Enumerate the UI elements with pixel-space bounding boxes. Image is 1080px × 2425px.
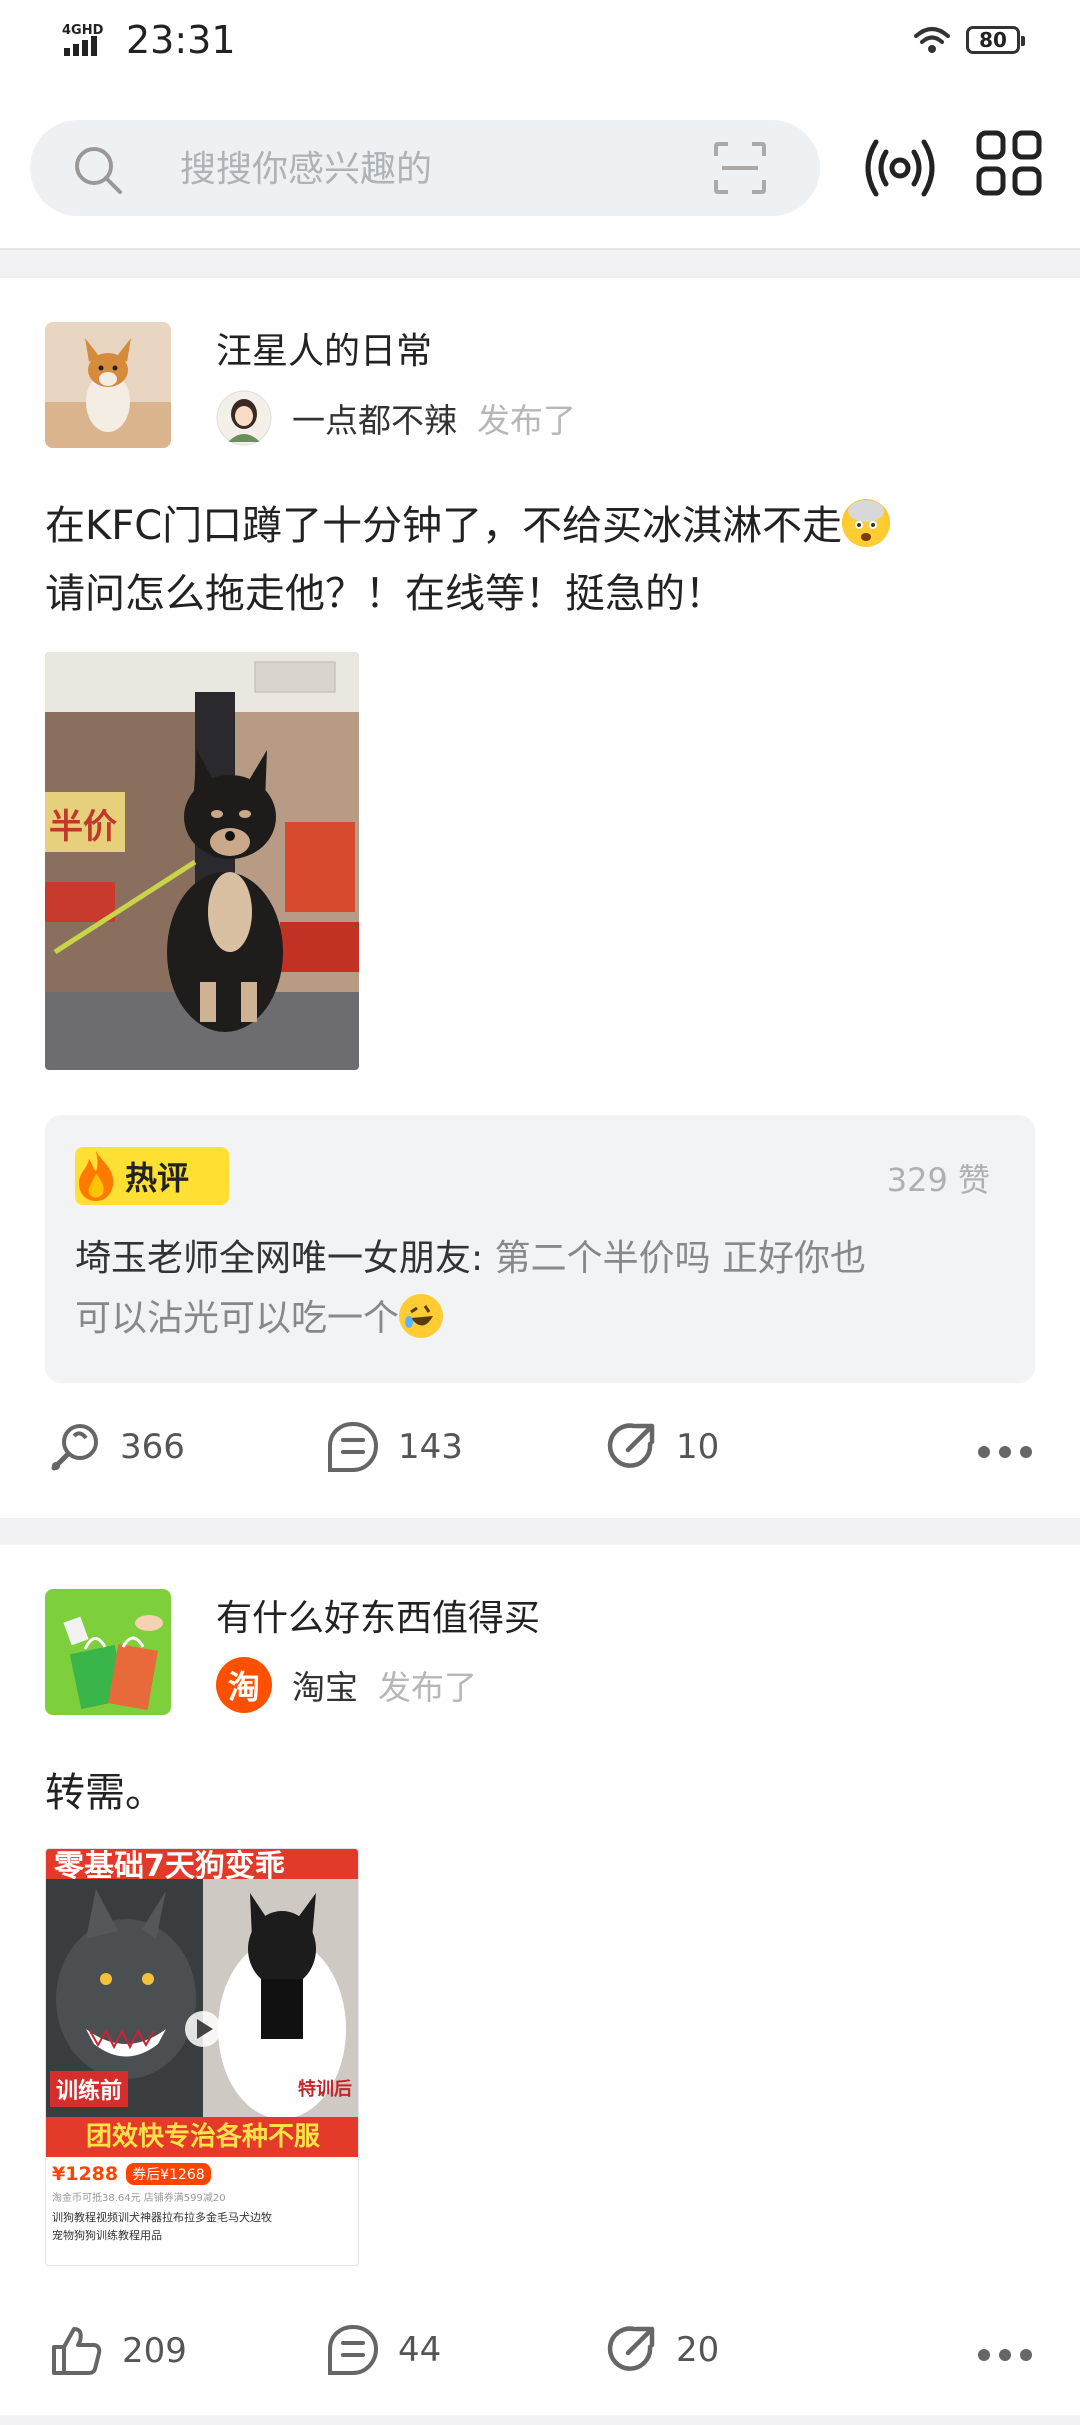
like-action[interactable]: 209 [48, 2323, 187, 2379]
more-options-icon[interactable] [978, 2349, 1032, 2361]
comment-count: 143 [398, 1427, 463, 1467]
share-count: 10 [676, 1427, 720, 1467]
channel-avatar[interactable] [45, 322, 171, 448]
author-row[interactable]: 淘 淘宝 发布了 [216, 1657, 477, 1713]
like-action[interactable]: 366 [48, 1420, 185, 1474]
channel-title[interactable]: 有什么好东西值得买 [216, 1589, 540, 1641]
author-name[interactable]: 淘宝 [292, 1661, 358, 1709]
lollipop-like-icon [51, 1424, 98, 1471]
published-label: 发布了 [378, 1668, 477, 1707]
wifi-icon [914, 27, 950, 53]
author-avatar[interactable] [216, 390, 272, 446]
hot-comment-content: 可以沾光可以吃一个 [75, 1298, 400, 1339]
like-count: 209 [122, 2331, 187, 2371]
author-row[interactable]: 一点都不辣 发布了 [216, 390, 576, 446]
taobao-logo-char: 淘 [227, 1668, 260, 1706]
hot-comment-label: 热评 [125, 1159, 190, 1197]
feed-card: 有什么好东西值得买 淘 淘宝 发布了 转需。 零基础7天狗变乖 训练前 特训后 … [0, 1545, 1080, 2415]
post-text[interactable]: 转需。 [45, 1759, 1025, 1827]
share-count: 20 [676, 2330, 720, 2370]
post-text[interactable]: 在KFC门口蹲了十分钟了，不给买冰淇淋不走 请问怎么拖走他？！在线等！挺急的！ [45, 492, 1025, 628]
hot-comment-content: 第二个半价吗 正好你也 [494, 1238, 867, 1279]
coupon-price: 券后¥1268 [126, 2163, 211, 2185]
more-options-icon[interactable] [978, 1446, 1032, 1458]
exploding-head-emoji-icon [842, 499, 891, 547]
action-bar: 366 143 10 [0, 1420, 1080, 1500]
after-label: 特训后 [298, 2079, 352, 2100]
hot-comment-user[interactable]: 埼玉老师全网唯一女朋友: [75, 1238, 483, 1279]
product-desc-line: 训狗教程视频训犬神器拉布拉多金毛马犬边牧 [52, 2211, 272, 2224]
channel-avatar[interactable] [45, 1589, 171, 1715]
top-header [0, 90, 1080, 250]
before-label: 训练前 [50, 2071, 129, 2107]
comment-count: 44 [398, 2330, 442, 2370]
price-row: ¥1288 券后¥1268 [52, 2163, 211, 2185]
clock: 23:31 [126, 18, 236, 62]
product-desc: 训狗教程视频训犬神器拉布拉多金毛马犬边牧 宠物狗狗训练教程用品 [52, 2209, 352, 2245]
comment-action[interactable]: 44 [326, 2323, 441, 2377]
comment-icon [328, 2324, 379, 2375]
action-bar: 209 44 20 [0, 2323, 1080, 2403]
comment-icon [328, 1421, 379, 1472]
battery-level: 80 [979, 28, 1007, 52]
status-bar: 4GHD 23:31 80 [0, 0, 1080, 90]
share-action[interactable]: 20 [604, 2323, 719, 2377]
search-bar[interactable] [30, 120, 820, 216]
cellular-signal-icon: 4GHD [60, 20, 112, 60]
post-image[interactable]: 零基础7天狗变乖 训练前 特训后 团效快专治各种不服 ¥1288 券后¥1268 [45, 1848, 359, 2266]
taobao-logo-icon[interactable]: 淘 [216, 1657, 272, 1713]
post-text-line: 在KFC门口蹲了十分钟了，不给买冰淇淋不走 [45, 503, 843, 549]
share-icon [607, 2326, 655, 2371]
rofl-emoji-icon [399, 1294, 444, 1338]
battery-icon: 80 [966, 26, 1025, 54]
ad-banner: 团效快专治各种不服 [46, 2117, 358, 2157]
thumbs-up-icon [52, 2327, 102, 2375]
channel-title[interactable]: 汪星人的日常 [216, 322, 432, 374]
live-broadcast-icon[interactable] [862, 130, 938, 206]
price: ¥1288 [52, 2163, 119, 2185]
ad-headline-banner: 零基础7天狗变乖 [46, 1849, 358, 1879]
flame-icon [79, 1151, 114, 1201]
search-input[interactable] [178, 140, 702, 198]
hot-comment-box[interactable]: 热评 329 赞 埼玉老师全网唯一女朋友: 第二个半价吗 正好你也 可以沾光可以… [45, 1115, 1035, 1383]
svg-text:半价: 半价 [49, 807, 117, 847]
published-label: 发布了 [477, 401, 576, 440]
like-count: 366 [120, 1427, 185, 1467]
post-text-line: 请问怎么拖走他？！在线等！挺急的！ [45, 571, 725, 617]
feed-card: 汪星人的日常 一点都不辣 发布了 在KFC门口蹲了十分钟了，不给买冰淇淋不走 请… [0, 278, 1080, 1518]
comment-action[interactable]: 143 [326, 1420, 463, 1474]
hot-comment-likes[interactable]: 329 赞 [887, 1155, 990, 1201]
post-image[interactable]: 半价 [45, 652, 359, 1070]
author-name[interactable]: 一点都不辣 [292, 394, 457, 442]
hot-comment-badge: 热评 [75, 1147, 229, 1205]
ad-headline: 零基础7天狗变乖 [54, 1849, 285, 1879]
coupon-line: 淘金币可抵38.64元 店铺券满599减20 [52, 2193, 226, 2204]
scan-icon[interactable] [712, 140, 768, 196]
share-icon [607, 1423, 655, 1468]
network-type: 4GHD [62, 23, 104, 38]
apps-grid-icon[interactable] [976, 130, 1042, 196]
search-icon [75, 147, 122, 194]
product-desc-line: 宠物狗狗训练教程用品 [52, 2229, 162, 2242]
hot-comment-text: 埼玉老师全网唯一女朋友: 第二个半价吗 正好你也 可以沾光可以吃一个 [75, 1229, 1005, 1349]
share-action[interactable]: 10 [604, 1420, 719, 1474]
